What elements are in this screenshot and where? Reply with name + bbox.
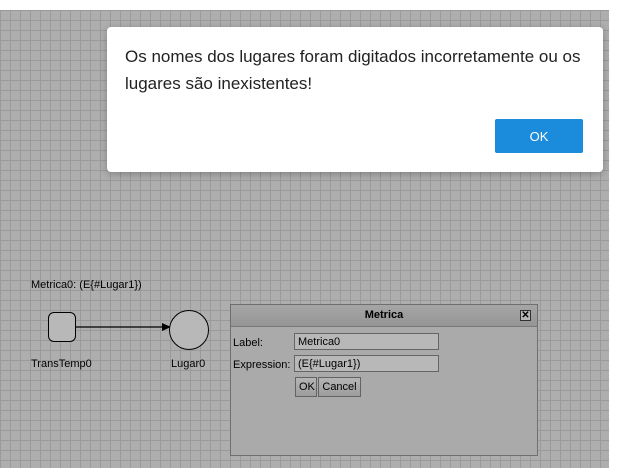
alert-message: Os nomes dos lugares foram digitados inc… — [125, 47, 581, 93]
bottom-margin — [0, 468, 619, 476]
top-margin — [0, 0, 619, 10]
alert-dialog: Os nomes dos lugares foram digitados inc… — [107, 27, 603, 172]
right-margin — [609, 0, 619, 476]
alert-ok-button[interactable]: OK — [495, 119, 583, 153]
